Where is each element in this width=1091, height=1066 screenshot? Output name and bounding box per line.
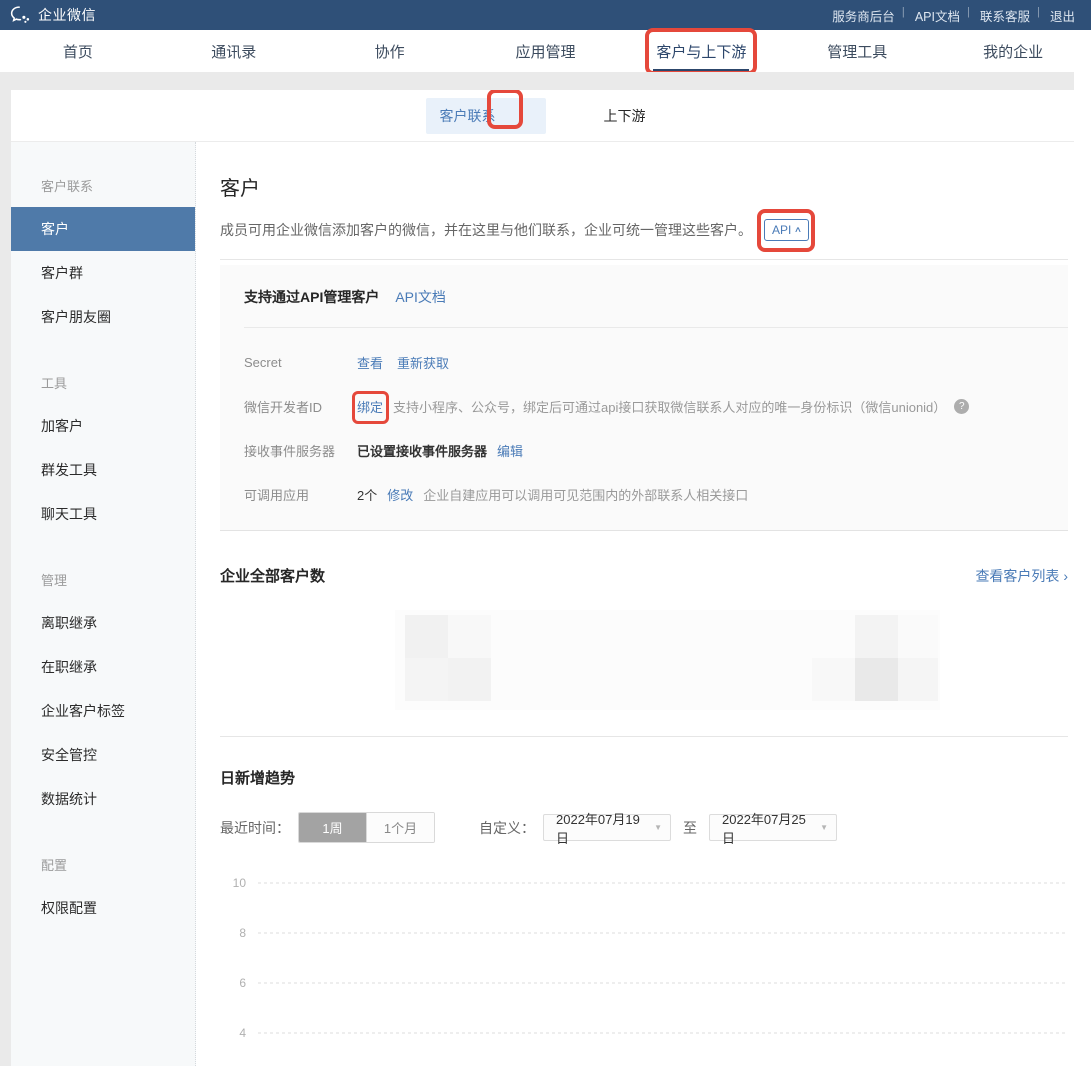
wework-logo: 企业微信	[10, 5, 96, 25]
api-panel-title: 支持通过API管理客户	[244, 287, 379, 307]
svg-text:6: 6	[239, 976, 246, 990]
svg-text:8: 8	[239, 926, 246, 940]
trend-filter-row: 最近时间： 1周 1个月 自定义： 2022年07月19日 ▼ 至 2022年0…	[220, 812, 1068, 843]
sidebar-item-security-control[interactable]: 安全管控	[11, 733, 195, 777]
content-divider	[220, 259, 1068, 260]
range-button-group: 1周 1个月	[298, 812, 435, 843]
daily-trend-title: 日新增趋势	[220, 767, 295, 788]
app-title: 企业微信	[38, 5, 96, 25]
panel-row-callable-apps: 可调用应用 2个 修改 企业自建应用可以调用可见范围内的外部联系人相关接口	[244, 485, 1068, 504]
row-label-developer-id: 微信开发者ID	[244, 397, 357, 416]
page-background: 客户联系 上下游 客户联系 客户 客户群 客户朋友圈 工具 加客户 群发工具 聊…	[0, 72, 1074, 1066]
sidebar-item-customers[interactable]: 客户	[11, 207, 195, 251]
nav-tab-label: 客户与上下游	[656, 41, 746, 62]
caret-down-icon: ▼	[654, 823, 662, 832]
custom-range-label: 自定义：	[479, 818, 535, 838]
main-content: 客户 成员可用企业微信添加客户的微信，并在这里与他们联系，企业可统一管理这些客户…	[196, 142, 1074, 1066]
sidebar-item-data-statistics[interactable]: 数据统计	[11, 777, 195, 821]
svg-text:10: 10	[233, 876, 247, 890]
nav-tab-my-company[interactable]: 我的企业	[935, 30, 1091, 72]
bind-link[interactable]: 绑定	[357, 397, 383, 416]
sidebar-item-resigned-inherit[interactable]: 离职继承	[11, 601, 195, 645]
chevron-up-icon: ∧	[794, 226, 802, 234]
subtab-label: 客户联系	[440, 108, 496, 124]
row-label-callable-apps: 可调用应用	[244, 485, 357, 504]
customers-total-title: 企业全部客户数	[220, 565, 325, 586]
trend-chart-container: 246810	[220, 861, 1068, 1066]
sidebar-group-customer-contact: 客户联系	[11, 166, 195, 207]
help-icon[interactable]: ?	[954, 399, 969, 414]
nav-tab-app-management[interactable]: 应用管理	[468, 30, 624, 72]
api-panel: 支持通过API管理客户 API文档 Secret 查看 重新获取 微信开发者ID	[220, 265, 1068, 531]
nav-tab-customers-updownstream[interactable]: 客户与上下游	[623, 30, 779, 72]
event-server-status: 已设置接收事件服务器	[357, 441, 487, 460]
secret-refresh-link[interactable]: 重新获取	[397, 353, 449, 372]
callable-apps-modify-link[interactable]: 修改	[387, 485, 413, 504]
nav-tab-home[interactable]: 首页	[0, 30, 156, 72]
content-card: 客户联系 上下游 客户联系 客户 客户群 客户朋友圈 工具 加客户 群发工具 聊…	[11, 90, 1074, 1066]
page-title: 客户	[220, 172, 1068, 201]
page-description: 成员可用企业微信添加客户的微信，并在这里与他们联系，企业可统一管理这些客户。	[220, 220, 752, 240]
nav-tab-collaboration[interactable]: 协作	[312, 30, 468, 72]
api-toggle-button[interactable]: API ∧	[764, 219, 809, 241]
secret-view-link[interactable]: 查看	[357, 353, 383, 372]
sidebar-item-customer-tags[interactable]: 企业客户标签	[11, 689, 195, 733]
date-to-value: 2022年07月25日	[722, 809, 812, 847]
sidebar-item-onjob-inherit[interactable]: 在职继承	[11, 645, 195, 689]
range-button-1month[interactable]: 1个月	[366, 813, 434, 842]
sidebar-item-broadcast-tools[interactable]: 群发工具	[11, 448, 195, 492]
primary-nav: 首页 通讯录 协作 应用管理 客户与上下游 管理工具 我的企业	[0, 30, 1091, 72]
sidebar-item-chat-tools[interactable]: 聊天工具	[11, 492, 195, 536]
wework-logo-icon	[10, 6, 32, 24]
topbar-link-api-docs[interactable]: API文档	[905, 6, 970, 25]
svg-text:4: 4	[239, 1026, 246, 1040]
developer-id-description: 支持小程序、公众号，绑定后可通过api接口获取微信联系人对应的唯一身份标识（微信…	[393, 397, 946, 416]
topbar-link-provider-console[interactable]: 服务商后台	[822, 6, 905, 25]
sidebar-item-permission-config[interactable]: 权限配置	[11, 886, 195, 930]
caret-down-icon: ▼	[820, 823, 828, 832]
time-range-label: 最近时间：	[220, 818, 290, 838]
topbar-links: 服务商后台 API文档 联系客服 退出	[822, 6, 1085, 25]
panel-row-wechat-developer-id: 微信开发者ID 绑定 支持小程序、公众号，绑定后可通过api接口获取微信联系人对…	[244, 397, 1068, 416]
subtab-customer-contact[interactable]: 客户联系	[426, 98, 546, 134]
range-button-1week[interactable]: 1周	[299, 813, 366, 842]
redacted-customer-stats	[220, 610, 1068, 710]
sidebar: 客户联系 客户 客户群 客户朋友圈 工具 加客户 群发工具 聊天工具 管理 离职…	[11, 142, 196, 1066]
view-customer-list-link[interactable]: 查看客户列表 ›	[975, 566, 1068, 586]
date-from-value: 2022年07月19日	[556, 809, 646, 847]
sidebar-group-management: 管理	[11, 560, 195, 601]
sidebar-item-customer-moments[interactable]: 客户朋友圈	[11, 295, 195, 339]
trend-chart: 246810	[220, 861, 1068, 1066]
date-to-select[interactable]: 2022年07月25日 ▼	[709, 814, 837, 841]
sidebar-item-customer-groups[interactable]: 客户群	[11, 251, 195, 295]
event-server-edit-link[interactable]: 编辑	[497, 441, 523, 460]
sidebar-item-add-customer[interactable]: 加客户	[11, 404, 195, 448]
row-label-event-server: 接收事件服务器	[244, 441, 357, 460]
sidebar-group-configuration: 配置	[11, 845, 195, 886]
date-to-label: 至	[683, 818, 697, 838]
nav-tab-contacts[interactable]: 通讯录	[156, 30, 312, 72]
topbar-link-contact-support[interactable]: 联系客服	[970, 6, 1040, 25]
topbar: 企业微信 服务商后台 API文档 联系客服 退出	[0, 0, 1091, 30]
subtab-bar: 客户联系 上下游	[11, 90, 1074, 142]
panel-row-secret: Secret 查看 重新获取	[244, 353, 1068, 372]
topbar-link-logout[interactable]: 退出	[1040, 6, 1085, 25]
date-from-select[interactable]: 2022年07月19日 ▼	[543, 814, 671, 841]
callable-apps-description: 企业自建应用可以调用可见范围内的外部联系人相关接口	[423, 485, 748, 504]
subtab-updownstream[interactable]: 上下游	[590, 98, 660, 134]
api-toggle-label: API	[772, 223, 791, 237]
panel-row-event-server: 接收事件服务器 已设置接收事件服务器 编辑	[244, 441, 1068, 460]
bind-link-label: 绑定	[357, 400, 383, 415]
content-divider-2	[220, 736, 1068, 737]
row-label-secret: Secret	[244, 355, 357, 370]
nav-tab-management-tools[interactable]: 管理工具	[779, 30, 935, 72]
panel-divider	[244, 327, 1068, 328]
sidebar-group-tools: 工具	[11, 363, 195, 404]
callable-apps-count: 2个	[357, 485, 377, 504]
api-doc-link[interactable]: API文档	[395, 287, 446, 307]
